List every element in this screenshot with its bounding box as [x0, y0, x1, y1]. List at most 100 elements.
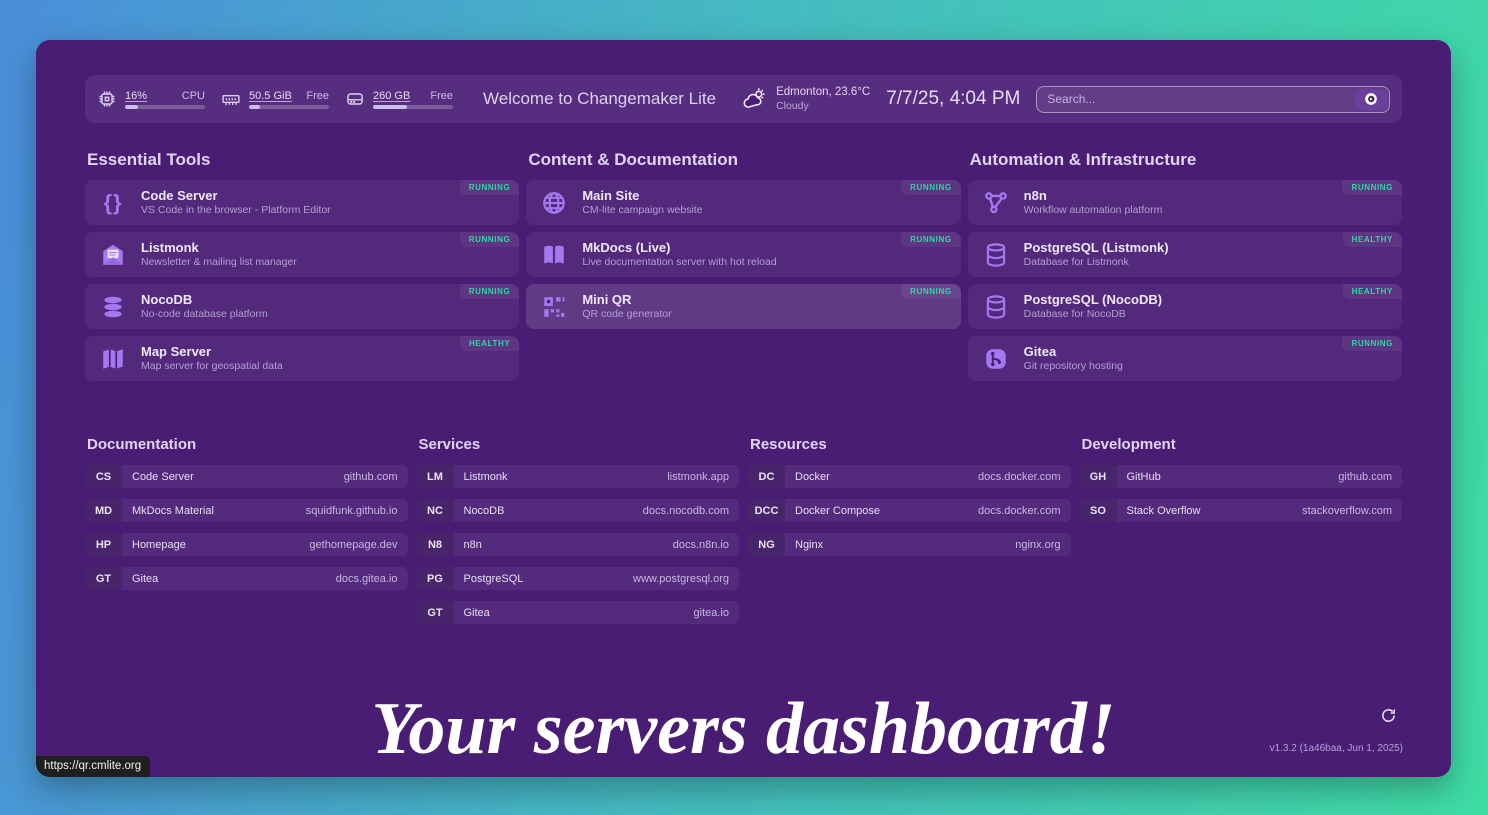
group-title: Content & Documentation	[528, 150, 960, 170]
service-name: Listmonk	[141, 240, 297, 256]
search-container	[1036, 86, 1390, 113]
services-grid: Essential Tools {} Code ServerVS Code in…	[85, 150, 1402, 388]
status-badge: RUNNING	[901, 284, 961, 299]
service-description: CM-lite campaign website	[582, 204, 702, 217]
weather-condition: Cloudy	[776, 100, 870, 113]
bookmark-name: Stack Overflow	[1127, 505, 1201, 517]
service-card-code-server[interactable]: {} Code ServerVS Code in the browser - P…	[85, 180, 519, 225]
memory-icon	[221, 89, 241, 109]
bookmark-group-title: Resources	[750, 436, 1071, 453]
disk-icon	[345, 89, 365, 109]
bookmark-homepage[interactable]: HP Homepage gethomepage.dev	[85, 533, 408, 556]
service-name: NocoDB	[141, 292, 268, 308]
cpu-progress	[125, 105, 205, 109]
database-icon	[99, 294, 127, 320]
cpu-widget: 16% CPU	[97, 89, 205, 109]
bookmark-abbr: DC	[748, 465, 785, 488]
refresh-button[interactable]	[1380, 707, 1397, 727]
service-name: Code Server	[141, 188, 331, 204]
service-card-postgresql-listmonk[interactable]: PostgreSQL (Listmonk)Database for Listmo…	[968, 232, 1402, 277]
bookmark-docker-compose[interactable]: DCCDocker Composedocs.docker.com	[748, 499, 1071, 522]
weather-widget[interactable]: Edmonton, 23.6°C Cloudy	[742, 86, 870, 112]
memory-label: Free	[306, 90, 329, 102]
service-name: PostgreSQL (Listmonk)	[1024, 240, 1169, 256]
bookmark-nginx[interactable]: NGNginxnginx.org	[748, 533, 1071, 556]
service-card-main-site[interactable]: Main SiteCM-lite campaign website RUNNIN…	[526, 180, 960, 225]
bookmark-n8n[interactable]: N8n8ndocs.n8n.io	[417, 533, 740, 556]
book-icon	[540, 242, 568, 268]
service-name: Main Site	[582, 188, 702, 204]
service-name: Map Server	[141, 344, 283, 360]
service-group-automation-infrastructure: Automation & Infrastructure n8nWorkflow …	[968, 150, 1402, 388]
bookmark-stack-overflow[interactable]: SO Stack Overflow stackoverflow.com	[1080, 499, 1403, 522]
service-card-listmonk[interactable]: ListmonkNewsletter & mailing list manage…	[85, 232, 519, 277]
service-card-gitea[interactable]: GiteaGit repository hosting RUNNING	[968, 336, 1402, 381]
bookmark-name: MkDocs Material	[132, 505, 214, 517]
bookmark-group-documentation: Documentation CSCode Servergithub.com MD…	[85, 436, 408, 601]
bookmark-abbr: HP	[85, 533, 122, 556]
bookmark-name: Docker	[795, 471, 830, 483]
bookmark-name: Homepage	[132, 539, 186, 551]
service-card-nocodb[interactable]: NocoDBNo-code database platform RUNNING	[85, 284, 519, 329]
version-text: v1.3.2 (1a46baa, Jun 1, 2025)	[1270, 743, 1403, 754]
search-provider-button[interactable]	[1355, 89, 1387, 110]
bookmark-group-resources: Resources DC Docker docs.docker.com DCCDoc…	[748, 436, 1071, 567]
cpu-label: CPU	[182, 90, 205, 102]
link-preview-statusbar: https://qr.cmlite.org	[36, 756, 150, 777]
bookmark-github[interactable]: GHGitHubgithub.com	[1080, 465, 1403, 488]
bookmark-url: github.com	[1338, 471, 1392, 483]
service-description: Git repository hosting	[1024, 360, 1123, 373]
bookmark-code-server[interactable]: CSCode Servergithub.com	[85, 465, 408, 488]
cpu-value: 16%	[125, 90, 147, 102]
search-input[interactable]	[1036, 86, 1390, 113]
bookmark-url: stackoverflow.com	[1302, 505, 1392, 517]
status-badge: RUNNING	[901, 180, 961, 195]
status-badge: RUNNING	[1342, 336, 1402, 351]
status-badge: RUNNING	[901, 232, 961, 247]
status-badge: HEALTHY	[1343, 284, 1402, 299]
bookmark-url: gethomepage.dev	[309, 539, 397, 551]
bookmark-listmonk[interactable]: LMListmonklistmonk.app	[417, 465, 740, 488]
database-icon	[982, 242, 1010, 268]
bookmark-nocodb[interactable]: NCNocoDBdocs.nocodb.com	[417, 499, 740, 522]
header-bar: 16% CPU 50.5 GiB Free 260 GBFree Welcome t…	[85, 75, 1402, 123]
status-badge: RUNNING	[1342, 180, 1402, 195]
service-description: No-code database platform	[141, 308, 268, 321]
bookmark-abbr: PG	[417, 567, 454, 590]
bookmark-mkdocs-material[interactable]: MDMkDocs Materialsquidfunk.github.io	[85, 499, 408, 522]
bookmark-abbr: GT	[85, 567, 122, 590]
service-card-map-server[interactable]: Map ServerMap server for geospatial data…	[85, 336, 519, 381]
service-card-n8n[interactable]: n8nWorkflow automation platform RUNNING	[968, 180, 1402, 225]
bookmark-gitea[interactable]: GTGiteagitea.io	[417, 601, 740, 624]
bookmark-url: docs.docker.com	[978, 505, 1061, 517]
bookmark-url: gitea.io	[694, 607, 729, 619]
service-card-mkdocs-live[interactable]: MkDocs (Live)Live documentation server w…	[526, 232, 960, 277]
service-group-content-documentation: Content & Documentation Main SiteCM-lite…	[526, 150, 960, 336]
greeting-text: Welcome to Changemaker Lite	[483, 89, 716, 109]
service-card-postgresql-nocodb[interactable]: PostgreSQL (NocoDB)Database for NocoDB H…	[968, 284, 1402, 329]
bookmark-name: Listmonk	[464, 471, 508, 483]
bookmark-docker[interactable]: DC Docker docs.docker.com	[748, 465, 1071, 488]
bookmark-gitea-docs[interactable]: GTGiteadocs.gitea.io	[85, 567, 408, 590]
workflow-icon	[982, 190, 1010, 216]
service-card-mini-qr[interactable]: Mini QRQR code generator RUNNING	[526, 284, 960, 329]
bookmark-name: NocoDB	[464, 505, 505, 517]
bookmark-abbr: SO	[1080, 499, 1117, 522]
bookmark-url: docs.docker.com	[978, 471, 1061, 483]
bookmark-group-services: Services LMListmonklistmonk.app NCNocoDB…	[417, 436, 740, 635]
disk-widget: 260 GBFree	[345, 89, 453, 109]
service-description: VS Code in the browser - Platform Editor	[141, 204, 331, 217]
map-icon	[99, 346, 127, 372]
bookmark-name: n8n	[464, 539, 482, 551]
bookmark-name: Gitea	[464, 607, 490, 619]
status-badge: RUNNING	[460, 232, 520, 247]
service-description: Database for Listmonk	[1024, 256, 1169, 269]
disk-progress	[373, 105, 453, 109]
bookmark-name: Gitea	[132, 573, 158, 585]
bookmark-postgresql[interactable]: PGPostgreSQLwww.postgresql.org	[417, 567, 740, 590]
bookmark-name: PostgreSQL	[464, 573, 524, 585]
bookmark-abbr: GH	[1080, 465, 1117, 488]
memory-value: 50.5 GiB	[249, 90, 292, 102]
bookmark-abbr: N8	[417, 533, 454, 556]
service-name: Gitea	[1024, 344, 1123, 360]
